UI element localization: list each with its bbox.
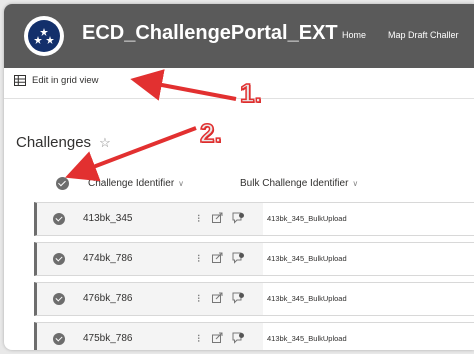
annotation-step-1: 1. xyxy=(239,77,262,109)
annotation-step-2: 2. xyxy=(199,117,222,149)
arrow-to-select-all xyxy=(65,126,197,182)
arrow-to-edit-grid xyxy=(130,69,237,101)
annotation-arrows xyxy=(65,69,237,182)
app-frame: ECD_ChallengePortal_EXT Home Map Draft C… xyxy=(4,4,474,350)
